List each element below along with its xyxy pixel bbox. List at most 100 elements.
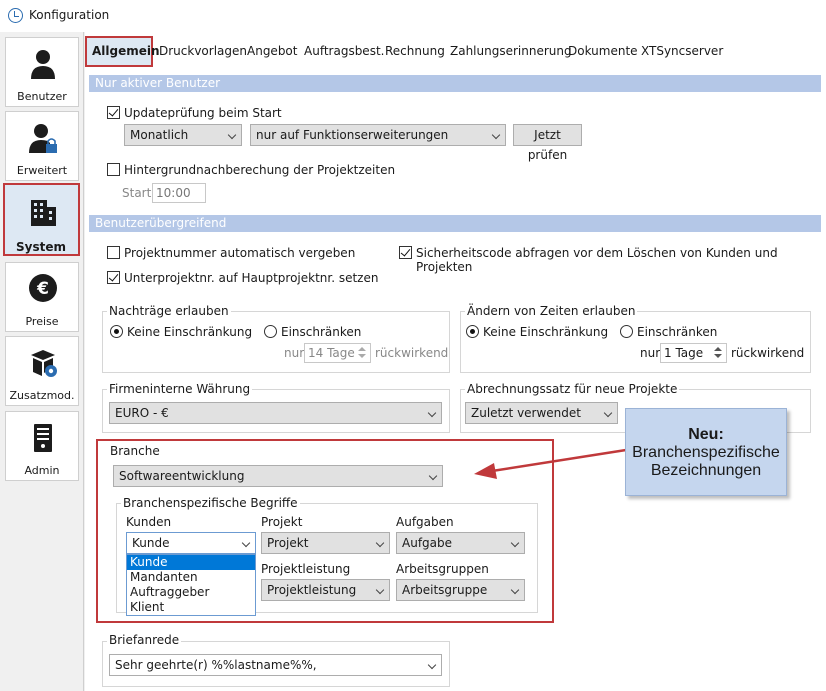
billing-rate-select[interactable]: Zuletzt verwendet <box>465 402 618 424</box>
radio-label: Einschränken <box>281 325 362 339</box>
kunden-select[interactable]: Kunde <box>126 532 256 554</box>
industry-value: Softwareentwicklung <box>119 469 245 483</box>
chevron-down-icon <box>510 585 520 595</box>
box-gear-icon <box>31 350 57 377</box>
zeiten-days-spinner[interactable]: 1 Tage <box>660 343 727 363</box>
chevron-down-icon <box>227 130 237 140</box>
tab-zahlungserinnerung[interactable]: Zahlungserinnerung <box>450 44 572 58</box>
sidebar-item-label: Preise <box>25 315 59 328</box>
tab-xtsyncserver[interactable]: XTSyncserver <box>641 44 723 58</box>
industry-select[interactable]: Softwareentwicklung <box>113 465 443 487</box>
nachtraege-prefix: nur <box>284 346 305 360</box>
update-check-checkbox[interactable] <box>107 106 120 119</box>
check-now-button[interactable]: Jetzt prüfen <box>513 124 582 162</box>
sidebar-item-label: Zusatzmod. <box>9 389 75 402</box>
arbeitsgruppen-select[interactable]: Arbeitsgruppe <box>396 579 525 601</box>
radio-label: Keine Einschränkung <box>127 325 253 339</box>
field-label-arbeitsgruppen: Arbeitsgruppen <box>396 562 489 576</box>
zeiten-prefix: nur <box>640 346 661 360</box>
abrechnung-title: Abrechnungssatz für neue Projekte <box>465 382 680 396</box>
subproject-label: Unterprojektnr. auf Hauptprojektnr. setz… <box>124 271 379 285</box>
section-header: Benutzerübergreifend <box>89 215 821 232</box>
briefanrede-title: Briefanrede <box>107 633 182 647</box>
sidebar-item-label: Admin <box>24 464 60 477</box>
sidebar-item-erweitert[interactable]: Erweitert <box>5 111 79 181</box>
radio-label: Keine Einschränkung <box>483 325 609 339</box>
projektleistung-select[interactable]: Projektleistung <box>261 579 390 601</box>
sidebar-item-benutzer[interactable]: Benutzer <box>5 37 79 107</box>
callout-line: Branchenspezifische <box>632 444 780 461</box>
spin-up-icon <box>358 347 366 351</box>
annotation-arrow-icon <box>474 448 627 479</box>
currency-select[interactable]: EURO - € <box>109 402 442 424</box>
callout-title: Neu: <box>688 426 724 443</box>
spinner-value: 1 Tage <box>664 346 704 360</box>
tab-auftragsbest[interactable]: Auftragsbest. <box>304 44 384 58</box>
chevron-down-icon <box>427 408 437 418</box>
chevron-down-icon <box>375 538 385 548</box>
field-label-projekt: Projekt <box>261 515 303 529</box>
salutation-select[interactable]: Sehr geehrte(r) %%lastname%%, <box>109 654 442 676</box>
zeiten-group <box>460 311 811 373</box>
zeiten-radio-keine[interactable] <box>466 325 479 338</box>
aufgaben-select[interactable]: Aufgabe <box>396 532 525 554</box>
chevron-down-icon <box>241 538 251 548</box>
security-code-label: Sicherheitscode abfragen vor dem Löschen… <box>416 246 778 274</box>
subproject-checkbox[interactable] <box>107 271 120 284</box>
salutation-value: Sehr geehrte(r) %%lastname%%, <box>115 658 317 672</box>
nachtraege-title: Nachträge erlauben <box>107 304 231 318</box>
nachtraege-group <box>102 311 450 373</box>
dropdown-option[interactable]: Kunde <box>127 555 255 570</box>
tab-druckvorlagen[interactable]: Druckvorlagen <box>159 44 247 58</box>
spinner-value: 14 Tage <box>308 346 355 360</box>
background-recalc-label: Hintergrundnachberechung der Projektzeit… <box>124 163 396 177</box>
nachtraege-days-spinner[interactable]: 14 Tage <box>304 343 371 363</box>
billing-rate-value: Zuletzt verwendet <box>471 406 581 420</box>
background-recalc-checkbox[interactable] <box>107 163 120 176</box>
update-interval-select[interactable]: Monatlich <box>124 124 242 146</box>
sidebar-item-admin[interactable]: Admin <box>5 411 79 481</box>
euro-icon: € <box>29 274 57 302</box>
user-lock-icon <box>29 124 57 153</box>
window-title: Konfiguration <box>29 8 110 22</box>
chevron-down-icon <box>427 660 437 670</box>
sidebar-item-system[interactable]: System <box>3 183 80 256</box>
auto-number-label: Projektnummer automatisch vergeben <box>124 246 356 260</box>
spin-up-icon <box>714 347 722 351</box>
dropdown-option[interactable]: Auftraggeber <box>127 585 255 600</box>
server-icon <box>34 424 52 452</box>
branche-title: Branche <box>110 444 160 458</box>
callout-line: Bezeichnungen <box>650 462 762 479</box>
projekt-select[interactable]: Projekt <box>261 532 390 554</box>
sidebar-item-preise[interactable]: € Preise <box>5 262 79 332</box>
nachtraege-radio-keine[interactable] <box>110 325 123 338</box>
tab-rechnung[interactable]: Rechnung <box>385 44 445 58</box>
arbeitsgruppen-value: Arbeitsgruppe <box>402 583 488 597</box>
sidebar-item-zusatzmod[interactable]: Zusatzmod. <box>5 336 79 406</box>
section-header: Nur aktiver Benutzer <box>89 75 821 92</box>
update-interval-value: Monatlich <box>130 128 189 142</box>
currency-value: EURO - € <box>115 406 169 420</box>
chevron-down-icon <box>603 408 613 418</box>
title-bar: Konfiguration <box>0 0 826 32</box>
security-code-checkbox[interactable] <box>399 246 412 259</box>
user-icon <box>31 50 55 79</box>
zeiten-suffix: rückwirkend <box>731 346 805 360</box>
projekt-value: Projekt <box>267 536 309 550</box>
zeiten-radio-einschraenken[interactable] <box>620 325 633 338</box>
tab-dokumente[interactable]: Dokumente <box>568 44 638 58</box>
dropdown-option[interactable]: Klient <box>127 600 255 615</box>
clock-icon <box>8 8 23 23</box>
annotation-callout: Neu: Branchenspezifische Bezeichnungen <box>625 408 787 496</box>
start-time-input[interactable]: 10:00 <box>152 183 206 203</box>
chevron-down-icon <box>375 585 385 595</box>
begriffe-title: Branchenspezifische Begriffe <box>121 496 300 510</box>
nachtraege-radio-einschraenken[interactable] <box>264 325 277 338</box>
update-scope-select[interactable]: nur auf Funktionserweiterungen <box>250 124 506 146</box>
dropdown-option[interactable]: Mandanten <box>127 570 255 585</box>
sidebar-item-label: Benutzer <box>17 90 67 103</box>
field-label-kunden: Kunden <box>126 515 172 529</box>
tab-angebot[interactable]: Angebot <box>247 44 297 58</box>
auto-number-checkbox[interactable] <box>107 246 120 259</box>
tab-allgemein[interactable]: Allgemein <box>92 44 160 58</box>
